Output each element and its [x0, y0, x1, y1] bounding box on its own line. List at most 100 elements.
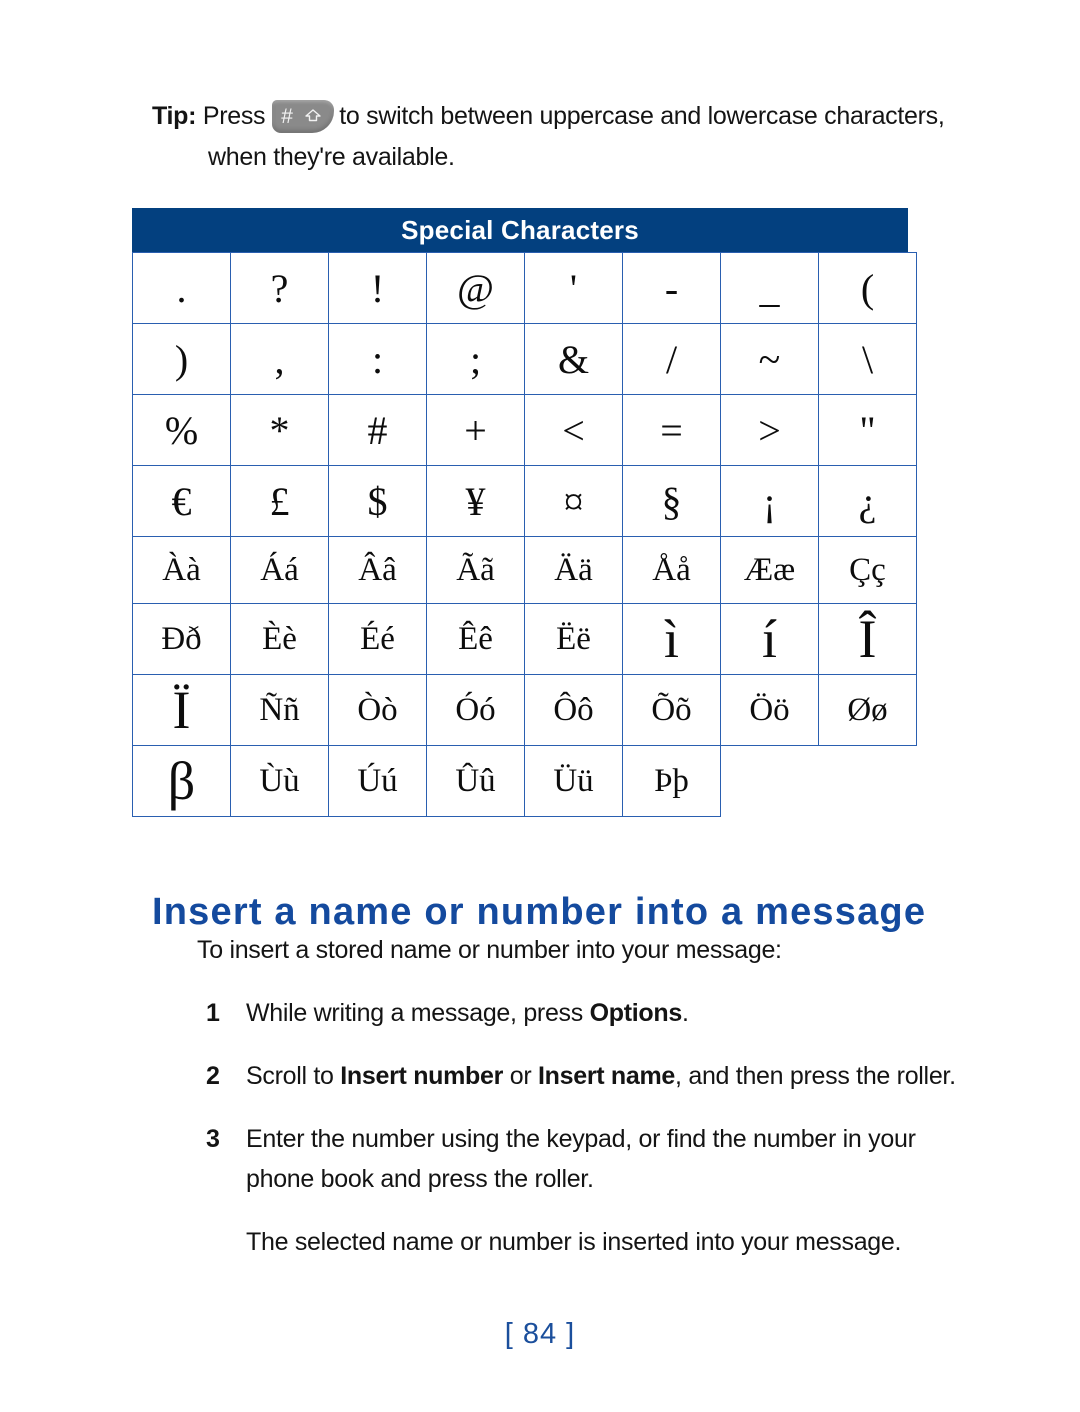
character-cell[interactable]: Ôô [524, 674, 623, 746]
character-cell[interactable]: ' [524, 252, 623, 324]
page-number: [ 84 ] [504, 1318, 576, 1350]
character-cell[interactable]: @ [426, 252, 525, 324]
character-cell[interactable]: ( [818, 252, 917, 324]
step-item: 3 Enter the number using the keypad, or f… [152, 1119, 962, 1199]
step-text: Scroll to [246, 1062, 341, 1090]
page-title: Insert a name or number into a message [152, 891, 927, 934]
character-cell[interactable]: Þþ [622, 745, 721, 817]
character-cell[interactable]: - [622, 252, 721, 324]
tip-press-text: Press [202, 102, 266, 130]
character-cell[interactable]: Î [818, 603, 917, 675]
character-cell[interactable]: í [720, 603, 819, 675]
character-cell[interactable]: $ [328, 465, 427, 537]
intro-paragraph: To insert a stored name or number into y… [197, 936, 782, 964]
character-cell[interactable]: . [132, 252, 231, 324]
character-cell[interactable]: < [524, 394, 623, 466]
character-row: Àà Áá Ââ Ãã Ää Åå Ææ Çç [132, 536, 917, 604]
character-cell[interactable]: ! [328, 252, 427, 324]
character-cell[interactable]: Ùù [230, 745, 329, 817]
step-text: Enter the number using the keypad, or fi… [246, 1125, 916, 1193]
character-cell[interactable]: Ðð [132, 603, 231, 675]
character-cell[interactable]: ¿ [818, 465, 917, 537]
character-cell[interactable]: Áá [230, 536, 329, 604]
character-cell[interactable]: " [818, 394, 917, 466]
character-row: % * # + < = > " [132, 394, 917, 466]
character-row: Ðð Èè Éé Êê Ëë ì í Î [132, 603, 917, 675]
hash-shift-key-icon: # [272, 100, 335, 133]
character-cell[interactable]: * [230, 394, 329, 466]
character-cell[interactable]: Ææ [720, 536, 819, 604]
character-cell[interactable]: = [622, 394, 721, 466]
step-emphasis: Options [589, 999, 683, 1027]
character-cell[interactable]: Ââ [328, 536, 427, 604]
character-cell[interactable]: Åå [622, 536, 721, 604]
character-cell[interactable]: Ññ [230, 674, 329, 746]
instructions-body: To insert a stored name or number into y… [152, 930, 962, 1262]
character-grid: .?! @ ' - _(),:; & / ~ \% * # + < = > " € £ $ ¥ ¤ § ¡ ¿ Àà Áá Ââ Ãã… [132, 252, 917, 817]
character-cell[interactable]: Ûû [426, 745, 525, 817]
character-cell[interactable]: Êê [426, 603, 525, 675]
character-cell[interactable]: % [132, 394, 231, 466]
character-cell[interactable]: , [230, 323, 329, 395]
character-cell[interactable]: ~ [720, 323, 819, 395]
character-cell[interactable]: ì [622, 603, 721, 675]
character-cell[interactable]: Òò [328, 674, 427, 746]
character-cell[interactable]: β [132, 745, 231, 817]
character-cell[interactable]: Üü [524, 745, 623, 817]
character-cell[interactable]: Öö [720, 674, 819, 746]
character-cell[interactable]: Óó [426, 674, 525, 746]
character-row: .?! @ ' - _( [132, 252, 917, 324]
shift-arrow-icon [305, 109, 321, 122]
tip-second-line: when they're available. [208, 143, 455, 171]
character-cell[interactable]: ) [132, 323, 231, 395]
step-emphasis: Insert number [340, 1062, 504, 1090]
character-cell[interactable]: / [622, 323, 721, 395]
character-cell[interactable]: € [132, 465, 231, 537]
character-cell[interactable]: Ää [524, 536, 623, 604]
character-cell[interactable]: Úú [328, 745, 427, 817]
step-text: , and then press the roller. [675, 1062, 956, 1090]
step-text: or [503, 1062, 538, 1090]
character-cell[interactable]: _ [720, 252, 819, 324]
special-characters-table: Special Characters .?! @ ' - _(),:; & / ~ \% * # + <… [132, 208, 917, 817]
character-cell[interactable]: > [720, 394, 819, 466]
character-cell[interactable]: Èè [230, 603, 329, 675]
character-cell[interactable]: ¡ [720, 465, 819, 537]
tip-after-key-text: to switch between uppercase and lowercas… [339, 102, 945, 130]
step-number: 2 [206, 1062, 220, 1090]
character-cell[interactable]: # [328, 394, 427, 466]
step-item: 1 While writing a message, press Options. [152, 993, 962, 1033]
character-cell[interactable]: Øø [818, 674, 917, 746]
character-cell-empty [819, 746, 917, 817]
step-item: 2 Scroll to Insert number or Insert name,… [152, 1056, 962, 1096]
closing-paragraph: The selected name or number is inserted … [246, 1228, 902, 1256]
character-cell[interactable]: ¤ [524, 465, 623, 537]
character-cell[interactable]: : [328, 323, 427, 395]
character-cell[interactable]: ¥ [426, 465, 525, 537]
step-number: 1 [206, 999, 220, 1027]
character-cell[interactable]: £ [230, 465, 329, 537]
character-cell[interactable]: Àà [132, 536, 231, 604]
character-grid-body: .?! @ ' - _(),:; & / ~ \% * # + < = > " € £ $ ¥ ¤ § ¡ ¿ Àà Áá Ââ Ãã… [132, 252, 917, 817]
character-cell[interactable]: Ëë [524, 603, 623, 675]
step-number: 3 [206, 1125, 220, 1153]
character-cell[interactable]: & [524, 323, 623, 395]
step-text: . [681, 999, 689, 1027]
character-cell[interactable]: ? [230, 252, 329, 324]
character-cell[interactable]: § [622, 465, 721, 537]
character-cell[interactable]: ; [426, 323, 525, 395]
tip-block: Tip: Press # to switch between uppercase… [152, 96, 952, 178]
character-cell[interactable]: Ï [132, 674, 231, 746]
character-cell[interactable]: + [426, 394, 525, 466]
character-cell-empty [721, 746, 819, 817]
character-cell[interactable]: Çç [818, 536, 917, 604]
character-cell[interactable]: Éé [328, 603, 427, 675]
character-cell[interactable]: \ [818, 323, 917, 395]
character-cell[interactable]: Ãã [426, 536, 525, 604]
character-cell[interactable]: Õõ [622, 674, 721, 746]
special-characters-title: Special Characters [132, 208, 908, 252]
character-row: Ï Ññ Òò Óó Ôô Õõ Öö Øø [132, 674, 917, 746]
character-row: € £ $ ¥ ¤ § ¡ ¿ [132, 465, 917, 537]
step-text: While writing a message, press [246, 999, 590, 1027]
keycap-hash-glyph: # [281, 105, 293, 128]
